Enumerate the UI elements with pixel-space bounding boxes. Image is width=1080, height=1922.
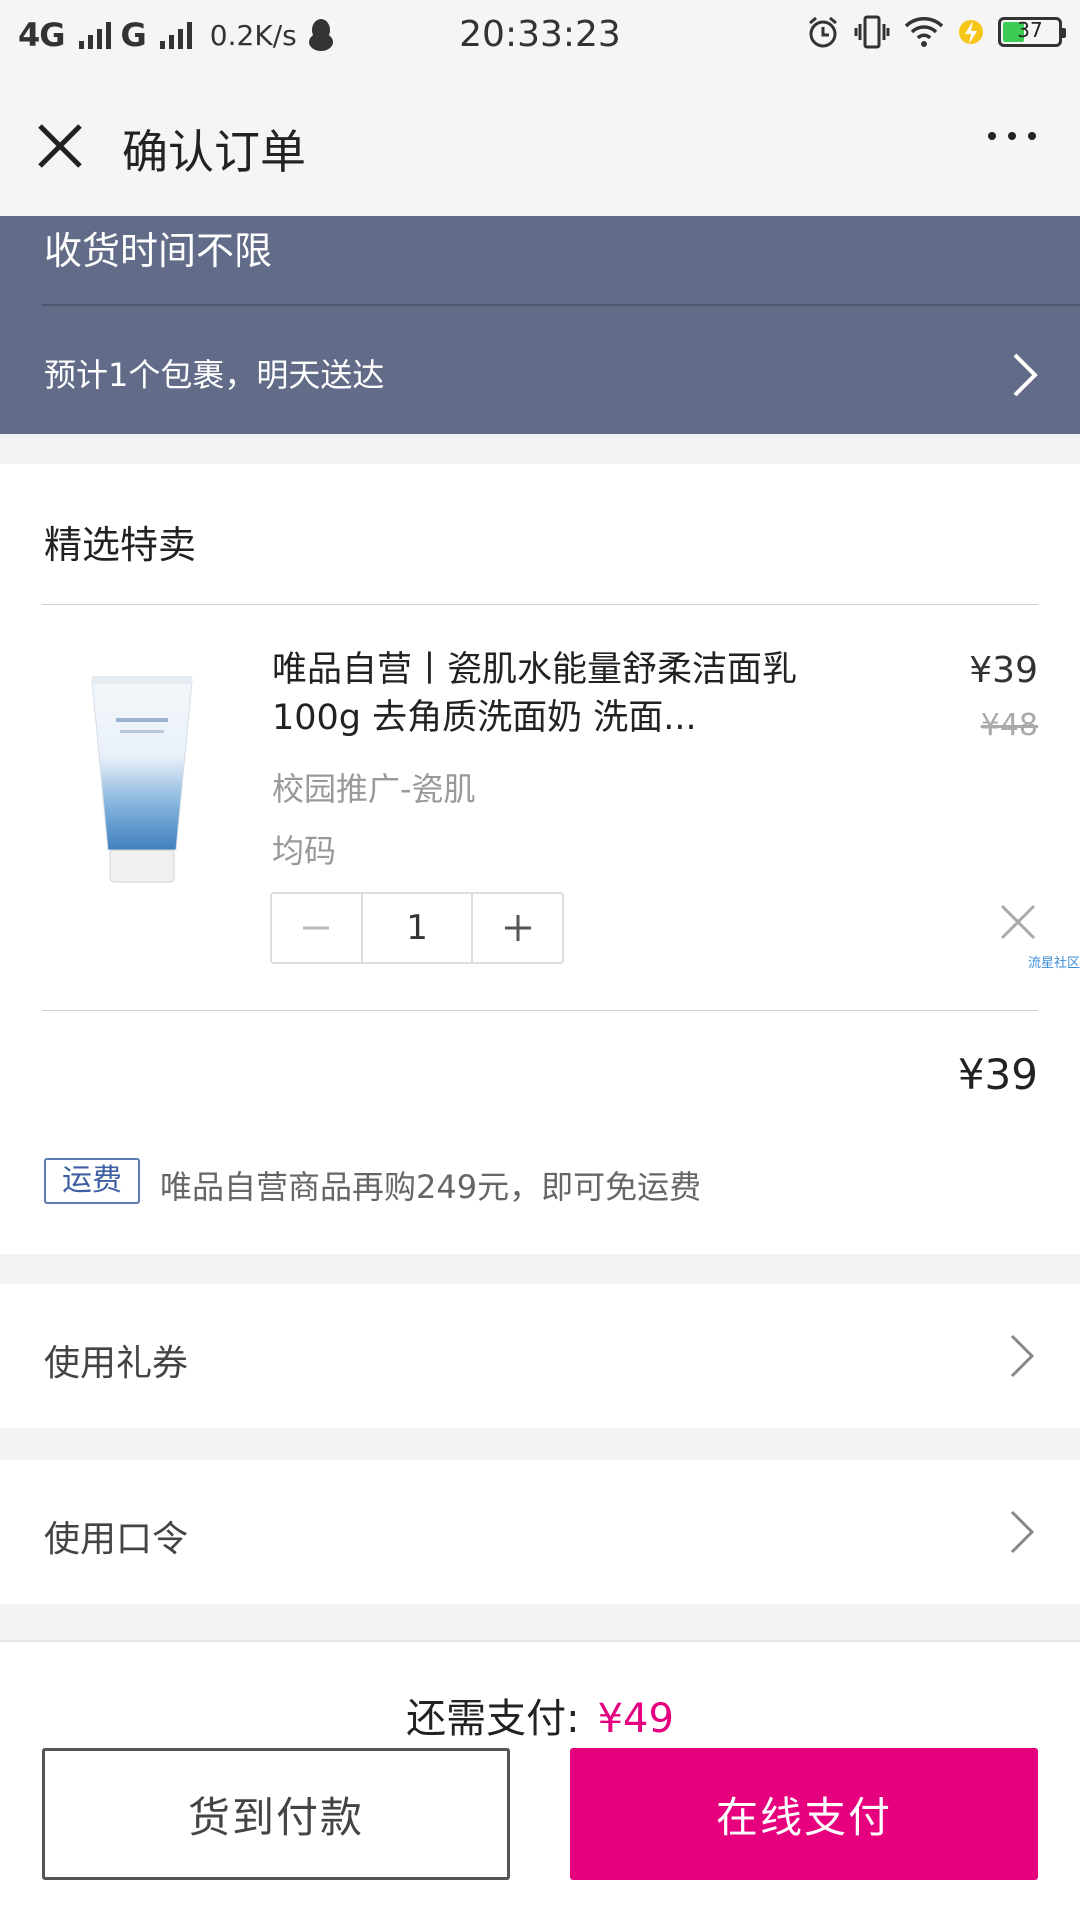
decrease-button[interactable] [272,894,361,962]
use-coupon-label: 使用礼券 [44,1343,189,1384]
delivery-time-note: 收货时间不限 [44,229,273,273]
quantity-value[interactable]: 1 [360,894,474,962]
use-code-row[interactable]: 使用口令 [0,1460,1080,1604]
quantity-stepper: 1 [270,892,564,964]
amount-due-label: 还需支付: [406,1696,580,1742]
plus-icon [504,915,531,941]
product-tag: 校园推广-瓷肌 [272,770,476,808]
subtotal: ¥39 [957,1050,1038,1099]
cash-on-delivery-button[interactable]: 货到付款 [42,1748,510,1880]
pay-online-button[interactable]: 在线支付 [570,1748,1038,1880]
charging-icon [959,20,983,44]
section-title: 精选特卖 [44,523,197,567]
vibrate-icon [854,15,890,49]
product-original-price: ¥48 [980,708,1038,743]
remove-item-icon[interactable] [998,902,1038,942]
product-image[interactable] [90,674,194,886]
shipping-badge: 运费 [44,1158,140,1204]
close-icon[interactable] [30,116,90,176]
package-note-row[interactable]: 预计1个包裹，明天送达 [44,350,384,396]
amount-due-value: ¥49 [597,1696,674,1742]
battery-icon: 37 [998,17,1066,47]
minus-icon [303,926,330,930]
status-bar: 4G G 0.2K/s 20:33:23 37 [0,0,1080,76]
checkout-footer: 还需支付: ¥49 货到付款 在线支付 [0,1640,1080,1922]
product-name[interactable]: 唯品自营丨瓷肌水能量舒柔洁面乳100g 去角质洗面奶 洗面... [272,646,832,742]
more-icon[interactable] [988,132,1036,140]
title-bar: 确认订单 [0,76,1080,217]
chevron-right-icon[interactable] [1010,350,1040,400]
divider [42,304,1080,306]
amount-due: 还需支付: ¥49 [0,1686,1080,1744]
watermark-text: 流星社区 [1027,956,1080,971]
increase-button[interactable] [473,894,562,962]
divider [42,604,1038,605]
system-icons: 37 [806,14,1066,50]
page-title: 确认订单 [122,125,306,179]
product-size: 均码 [272,832,337,870]
chevron-right-icon [1010,1510,1035,1554]
wifi-icon [904,17,944,47]
battery-level: 37 [1017,18,1043,42]
use-coupon-row[interactable]: 使用礼券 [0,1284,1080,1428]
chevron-right-icon [1010,1334,1035,1378]
divider [42,1010,1038,1011]
product-price: ¥39 [969,650,1038,691]
shipping-note: 唯品自营商品再购249元，即可免运费 [160,1168,702,1206]
use-code-label: 使用口令 [44,1519,189,1560]
delivery-panel: 收货时间不限 预计1个包裹，明天送达 [0,216,1080,434]
goods-section: 精选特卖 唯品自营丨瓷肌水能量舒柔洁面乳100g 去角质洗面奶 洗面... ¥3… [0,464,1080,1254]
alarm-icon [809,16,837,48]
